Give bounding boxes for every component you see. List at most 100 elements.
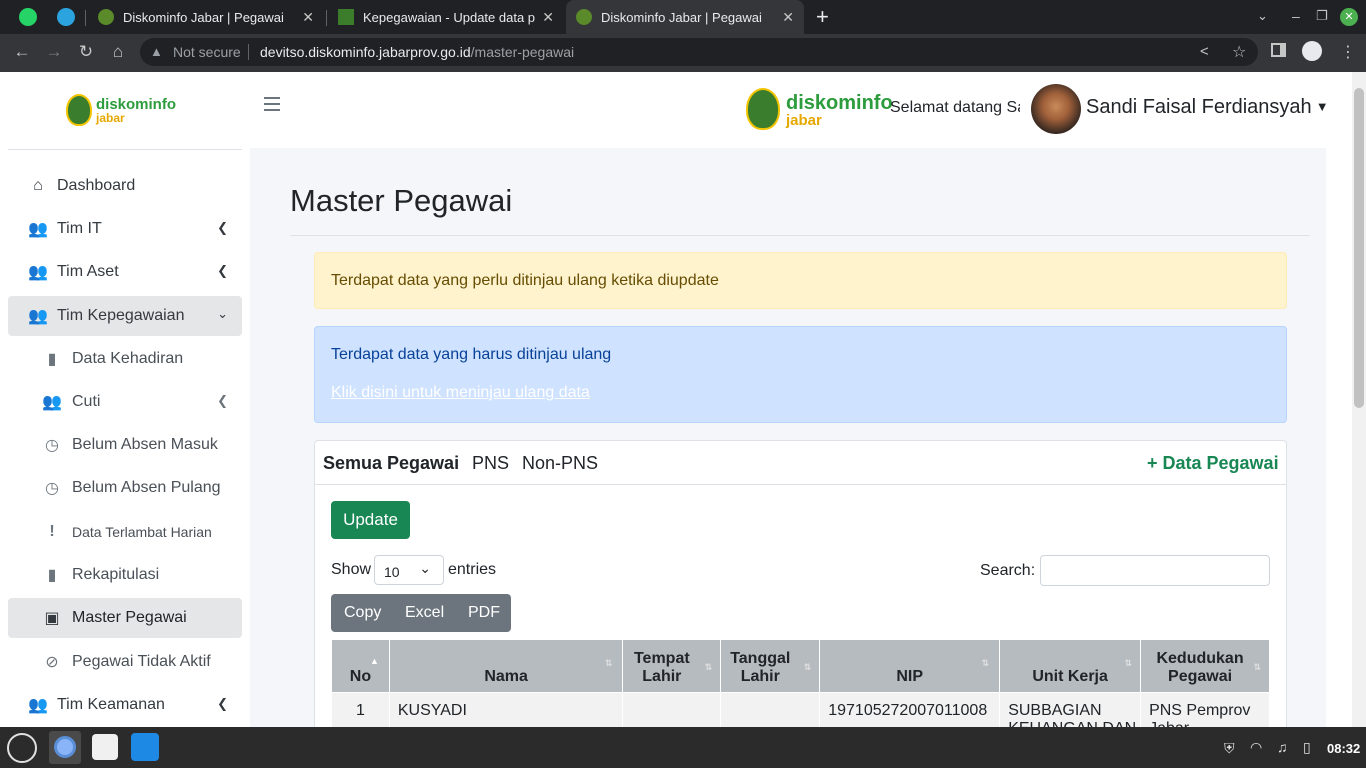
table-row[interactable]: 1 KUSYADI 197105272007011008 SUBBAGIAN K… — [331, 692, 1270, 727]
sidebar-item-tim-keamanan[interactable]: 👥 Tim Keamanan ❮ — [8, 685, 242, 725]
sidebar-item-master-pegawai[interactable]: ▣ Master Pegawai — [8, 598, 242, 638]
pdf-button[interactable]: PDF — [468, 604, 500, 622]
music-icon[interactable]: ♫ — [1277, 739, 1288, 755]
chromium-taskbar-icon[interactable] — [49, 731, 81, 764]
minimize-icon[interactable]: – — [1292, 8, 1300, 24]
tab-semua-pegawai[interactable]: Semua Pegawai — [323, 453, 459, 474]
mint-menu-icon[interactable] — [7, 733, 37, 763]
browser-tab-2[interactable]: Kepegawaian - Update data p ✕ — [328, 0, 564, 34]
url-text[interactable]: devitso.diskominfo.jabarprov.go.id/maste… — [260, 44, 574, 60]
sidebar-brand-logo[interactable]: diskominfo jabar — [64, 94, 176, 128]
tab-separator — [326, 10, 327, 26]
tab-pns[interactable]: PNS — [472, 453, 509, 474]
sidebar-item-tim-it[interactable]: 👥 Tim IT ❮ — [8, 209, 242, 249]
jabar-emblem-icon — [66, 94, 92, 126]
bookmark-star-icon[interactable]: ☆ — [1232, 42, 1246, 62]
sidebar-item-belum-absen-masuk[interactable]: ◷ Belum Absen Masuk — [8, 425, 242, 465]
sidebar-item-label: Tim Kepegawaian — [57, 307, 185, 324]
warning-icon[interactable]: ▲ — [150, 44, 163, 59]
chevron-left-icon: ❮ — [217, 696, 228, 711]
tab-title: Kepegawaian - Update data p — [363, 9, 536, 25]
maximize-icon[interactable]: ❐ — [1316, 8, 1328, 24]
profile-icon[interactable] — [1302, 41, 1322, 61]
scrollbar-thumb[interactable] — [1354, 88, 1364, 408]
user-menu-dropdown[interactable]: Sandi Faisal Ferdiansyah ▼ — [1086, 96, 1329, 119]
sidebar-item-cuti[interactable]: 👥 Cuti ❮ — [8, 382, 242, 422]
browser-tab-3-active[interactable]: Diskominfo Jabar | Pegawai ✕ — [566, 0, 804, 34]
sidebar-item-rekapitulasi[interactable]: ▮ Rekapitulasi — [8, 555, 242, 595]
cell-tempat-lahir — [622, 692, 722, 727]
close-icon[interactable]: ✕ — [302, 9, 314, 26]
gimp-taskbar-icon[interactable] — [92, 734, 118, 760]
telegram-icon[interactable] — [57, 8, 75, 26]
window-close-icon[interactable]: ✕ — [1340, 8, 1358, 26]
title-divider — [290, 235, 1310, 236]
entries-select[interactable]: 10 ⌄ — [374, 555, 444, 585]
sort-icon: ⇅ — [1253, 662, 1261, 672]
tab-search-icon[interactable]: ⌄ — [1257, 8, 1268, 24]
address-book-icon: ▣ — [44, 610, 60, 627]
chevron-left-icon: ❮ — [217, 263, 228, 278]
close-icon[interactable]: ✕ — [542, 9, 554, 26]
wifi-icon[interactable]: ◠ — [1250, 739, 1262, 756]
update-button[interactable]: Update — [331, 501, 410, 539]
entries-value: 10 — [384, 564, 400, 580]
column-header-no[interactable]: No ▲ — [331, 639, 390, 693]
share-icon[interactable]: < — [1200, 43, 1209, 60]
column-header-tempat-lahir[interactable]: Tempat Lahir ⇅ — [622, 639, 722, 693]
users-icon: 👥 — [42, 394, 62, 411]
chevron-down-icon: ⌄ — [419, 560, 431, 576]
tab-title: Diskominfo Jabar | Pegawai — [123, 9, 284, 25]
sidebar-item-tim-kepegawaian[interactable]: 👥 Tim Kepegawaian ⌄ — [8, 296, 242, 336]
sidebar-item-data-kehadiran[interactable]: ▮ Data Kehadiran — [8, 339, 242, 379]
shield-icon[interactable]: ⛨ — [1224, 740, 1235, 757]
reload-icon[interactable]: ↻ — [75, 41, 97, 63]
sidebar-item-dashboard[interactable]: ⌂ Dashboard — [8, 166, 242, 206]
review-data-link[interactable]: Klik disini untuk meninjau ulang data — [331, 384, 1270, 402]
menu-kebab-icon[interactable]: ⋮ — [1340, 42, 1356, 62]
chevron-down-icon: ⌄ — [217, 306, 228, 321]
sort-icon: ⇅ — [1124, 658, 1133, 668]
alert-warning-text: Terdapat data yang perlu ditinjau ulang … — [331, 272, 719, 289]
sidebar-item-pegawai-tidak-aktif[interactable]: ⊘ Pegawai Tidak Aktif — [8, 642, 242, 682]
battery-icon[interactable]: ▯ — [1303, 739, 1311, 756]
column-header-tanggal-lahir[interactable]: Tanggal Lahir ⇅ — [720, 639, 821, 693]
close-icon[interactable]: ✕ — [782, 9, 794, 26]
clock-time[interactable]: 08:32 — [1327, 741, 1360, 756]
column-header-kedudukan-pegawai[interactable]: Kedudukan Pegawai ⇅ — [1140, 639, 1270, 693]
add-employee-button[interactable]: + Data Pegawai — [1147, 453, 1279, 474]
sidebar-item-belum-absen-pulang[interactable]: ◷ Belum Absen Pulang — [8, 468, 242, 508]
new-tab-icon[interactable]: + — [816, 4, 829, 30]
user-slash-icon: ⊘ — [45, 654, 59, 671]
cell-kedudukan-pegawai: PNS Pemprov Jabar — [1140, 692, 1270, 727]
hamburger-menu-icon[interactable] — [264, 97, 280, 111]
browser-tab-bar: Diskominfo Jabar | Pegawai ✕ Kepegawaian… — [0, 0, 1366, 34]
sidebar-item-data-terlambat-harian[interactable]: ! Data Terlambat Harian — [8, 512, 242, 552]
whatsapp-icon[interactable] — [19, 8, 37, 26]
search-label: Search: — [980, 562, 1036, 579]
browser-tab-1[interactable]: Diskominfo Jabar | Pegawai ✕ — [88, 0, 324, 34]
search-input[interactable] — [1040, 555, 1270, 586]
exclamation-icon: ! — [49, 523, 55, 540]
sort-asc-icon: ▲ — [369, 656, 379, 666]
not-secure-label[interactable]: Not secure — [173, 44, 241, 60]
forward-icon[interactable]: → — [43, 41, 65, 63]
column-header-nama[interactable]: Nama ⇅ — [388, 639, 624, 693]
cell-nama: KUSYADI — [388, 692, 624, 727]
tab-non-pns[interactable]: Non-PNS — [522, 453, 598, 474]
excel-button[interactable]: Excel — [405, 604, 444, 622]
logo-subtext: jabar — [96, 111, 125, 125]
home-icon[interactable]: ⌂ — [107, 41, 129, 63]
copy-button[interactable]: Copy — [344, 604, 381, 622]
alert-info-text: Terdapat data yang harus ditinjau ulang — [331, 346, 612, 363]
back-icon[interactable]: ← — [11, 41, 33, 63]
column-header-unit-kerja[interactable]: Unit Kerja ⇅ — [999, 639, 1142, 693]
cell-unit-kerja: SUBBAGIAN KEUANGAN DAN — [999, 692, 1142, 727]
avatar[interactable] — [1031, 84, 1081, 134]
welcome-text: Selamat datang Sa — [890, 99, 1020, 116]
vscode-taskbar-icon[interactable] — [131, 733, 159, 761]
column-header-nip[interactable]: NIP ⇅ — [819, 639, 1001, 693]
sidebar-item-tim-aset[interactable]: 👥 Tim Aset ❮ — [8, 252, 242, 292]
sidebar-item-label: Tim Aset — [57, 263, 119, 280]
side-panel-icon[interactable] — [1271, 43, 1286, 57]
